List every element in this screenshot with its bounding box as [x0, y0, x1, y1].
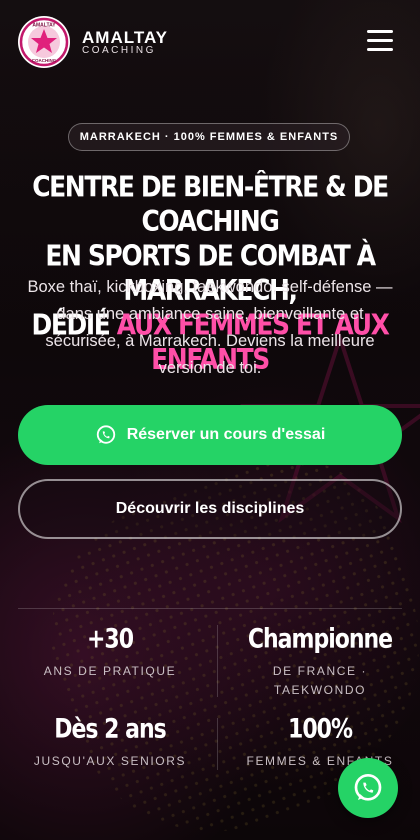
stat-label: JUSQU'AUX SENIORS: [33, 754, 187, 768]
whatsapp-icon: [354, 774, 382, 801]
stat-label: ANS DE PRATIQUE: [43, 664, 177, 678]
svg-text:COACHING: COACHING: [32, 58, 57, 63]
stat-label: DE FRANCE · TAEKWONDO: [272, 664, 368, 697]
brand-logo[interactable]: AMALTAY COACHING: [18, 16, 70, 68]
whatsapp-floating-button[interactable]: [338, 758, 398, 818]
site-header: AMALTAY COACHING AMALTAY COACHING: [0, 0, 420, 84]
stat-value: Dès 2 ans: [54, 714, 167, 745]
stat-experience: +30 ANS DE PRATIQUE: [10, 624, 210, 681]
stat-champion: Championne DE FRANCE · TAEKWONDO: [220, 624, 420, 700]
hamburger-menu-icon[interactable]: [364, 30, 396, 54]
stats-vertical-divider: [217, 718, 218, 770]
logo-emblem-icon: AMALTAY COACHING: [19, 17, 69, 67]
stat-value: +30: [86, 624, 134, 655]
hero-intro: Boxe thaï, kickboxing, taekwondo, self-d…: [27, 278, 393, 377]
stat-audience: 100% FEMMES & ENFANTS: [220, 714, 420, 771]
brand-subtitle: COACHING: [82, 45, 156, 56]
stat-ages: Dès 2 ans JUSQU'AUX SENIORS: [10, 714, 210, 771]
location-badge: MARRAKECH · 100% FEMMES & ENFANTS: [68, 123, 350, 151]
stat-value: Championne: [247, 624, 393, 655]
discover-disciplines-label: Découvrir les disciplines: [115, 500, 305, 517]
svg-text:AMALTAY: AMALTAY: [32, 23, 56, 29]
stats-divider: [18, 608, 402, 609]
hero-title-line-1: CENTRE DE BIEN-ÊTRE & DE COACHING: [32, 170, 389, 238]
book-trial-button[interactable]: Réserver un cours d'essai: [18, 405, 402, 465]
whatsapp-icon: [96, 425, 115, 444]
stat-value: 100%: [288, 714, 353, 745]
stats-vertical-divider: [217, 625, 218, 697]
discover-disciplines-button[interactable]: Découvrir les disciplines: [18, 479, 402, 539]
book-trial-label: Réserver un cours d'essai: [126, 426, 326, 443]
